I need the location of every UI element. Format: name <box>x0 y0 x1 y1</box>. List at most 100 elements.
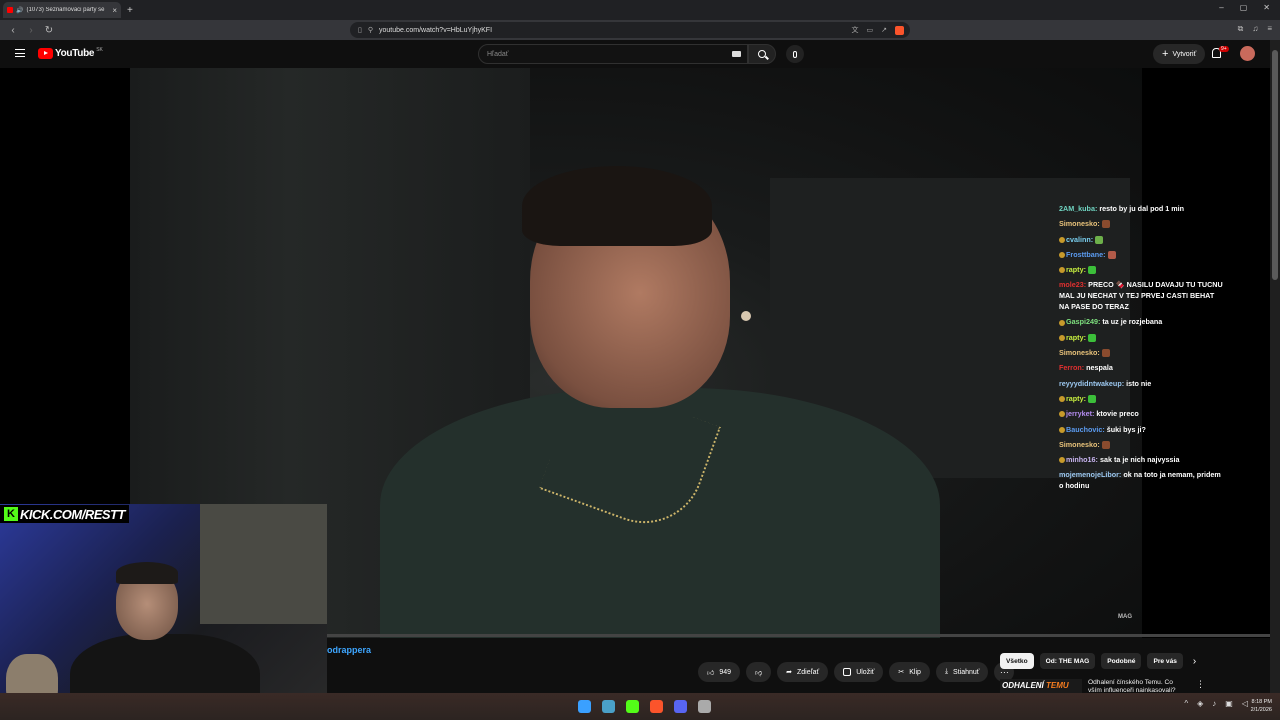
chat-username[interactable]: mole23: <box>1059 280 1086 289</box>
clip-button[interactable]: ✂ Klip <box>889 662 930 682</box>
forward-icon[interactable]: › <box>26 25 36 36</box>
chips-next-icon[interactable]: › <box>1193 656 1196 667</box>
extensions-icon[interactable]: ⧉ <box>1238 24 1244 34</box>
cast-icon[interactable]: ▭ <box>867 26 874 34</box>
chat-badge-icon <box>1059 426 1065 433</box>
tab-close-icon[interactable]: × <box>112 6 117 15</box>
chat-text: isto nie <box>1126 378 1152 388</box>
chat-text: ta uz je rozjebana <box>1102 317 1163 327</box>
share-page-icon[interactable]: ↗ <box>881 26 887 34</box>
chat-username[interactable]: Bauchovic: <box>1066 425 1105 434</box>
chat-emote-icon <box>1107 250 1116 259</box>
taskbar-app-icon[interactable] <box>650 700 663 713</box>
maximize-button[interactable]: ▢ <box>1240 3 1248 12</box>
chat-emote-icon <box>1087 395 1096 404</box>
plus-icon: + <box>1162 48 1169 60</box>
thumbnail-text-a: ODHALENÍ <box>1002 681 1044 690</box>
back-icon[interactable]: ‹ <box>8 25 18 36</box>
chip-from-channel[interactable]: Od: THE MAG <box>1039 653 1096 669</box>
search-input[interactable]: Hľadať <box>478 44 748 64</box>
chat-username[interactable]: Simonesko: <box>1059 440 1100 449</box>
tray-chevron-icon[interactable]: ^ <box>1184 699 1188 708</box>
new-tab-button[interactable]: + <box>127 5 133 16</box>
chat-username[interactable]: rapty: <box>1066 394 1086 403</box>
recommended-title[interactable]: Odhalení čínského Temu. Co vším influenc… <box>1088 679 1184 693</box>
notification-count-badge: 9+ <box>1219 46 1229 52</box>
chat-username[interactable]: cvalinn: <box>1066 235 1093 244</box>
chat-message: minho16: sak ta je nich najvyssia <box>1059 452 1224 467</box>
search-button[interactable] <box>748 44 776 64</box>
bookmark-save-icon <box>843 668 852 676</box>
chat-username[interactable]: jerryket: <box>1066 409 1094 418</box>
translate-icon[interactable]: 文 <box>852 25 859 35</box>
chat-emote-icon <box>1101 349 1110 358</box>
recommended-more-icon[interactable]: ⋮ <box>1196 679 1205 690</box>
reload-icon[interactable]: ↻ <box>44 25 54 36</box>
chat-username[interactable]: 2AM_kuba: <box>1059 204 1097 213</box>
chat-text: šuki bys ji? <box>1106 424 1146 434</box>
share-button[interactable]: ➦ Zdieľať <box>777 662 829 682</box>
keyboard-icon[interactable] <box>732 51 741 57</box>
chat-username[interactable]: mojemenojeLibor: <box>1059 470 1121 479</box>
create-label: Vytvoriť <box>1172 50 1197 58</box>
youtube-logo[interactable]: YouTube SK <box>38 47 103 59</box>
network-icon[interactable]: ▣ <box>1225 699 1233 708</box>
taskbar-app-icon[interactable] <box>626 700 639 713</box>
chat-message: rapty: <box>1059 391 1224 406</box>
taskbar-app-icon[interactable] <box>698 700 711 713</box>
close-window-button[interactable]: ✕ <box>1263 3 1270 12</box>
bookmark-icon[interactable]: ▯ <box>358 26 362 34</box>
dislike-button[interactable]: 👎︎ <box>746 662 772 682</box>
tray-app-icon[interactable]: ◈ <box>1197 699 1203 708</box>
chat-username[interactable]: reyyydidntwakeup: <box>1059 379 1124 388</box>
video-title-fragment[interactable]: odrappera <box>327 645 371 655</box>
chat-username[interactable]: Simonesko: <box>1059 348 1100 357</box>
hamburger-menu-icon[interactable] <box>15 49 25 57</box>
browser-tab[interactable]: 🔊 (1073) Seznamovaci party se × <box>3 2 121 18</box>
like-button[interactable]: 👍︎ 949 <box>698 662 741 682</box>
download-button[interactable]: ⤓ Stiahnuť <box>935 662 989 682</box>
address-bar[interactable]: ▯ ⚲ youtube.com/watch?v=HbLuYjhyKFI 文 ▭ … <box>350 22 910 38</box>
site-info-icon[interactable]: ⚲ <box>368 26 373 34</box>
chat-username[interactable]: rapty: <box>1066 265 1086 274</box>
chip-for-you[interactable]: Pre vás <box>1147 653 1183 669</box>
taskbar-app-icon[interactable] <box>674 700 687 713</box>
youtube-play-icon <box>38 48 53 59</box>
chat-badge-icon <box>1059 396 1065 403</box>
save-button[interactable]: Uložiť <box>834 662 884 682</box>
chat-username[interactable]: Ferron: <box>1059 363 1084 372</box>
minimize-button[interactable]: – <box>1219 3 1223 12</box>
chat-username[interactable]: rapty: <box>1066 333 1086 342</box>
chip-related[interactable]: Podobné <box>1101 653 1142 669</box>
recommended-video[interactable]: ODHALENÍ TEMU Odhalení čínského Temu. Co… <box>1000 679 1270 693</box>
microphone-tray-icon[interactable]: ♪ <box>1212 699 1216 708</box>
page-scrollbar[interactable] <box>1270 40 1280 693</box>
audio-playing-icon[interactable]: 🔊 <box>16 7 23 14</box>
youtube-wordmark: YouTube <box>55 48 95 59</box>
account-avatar[interactable] <box>1240 46 1255 61</box>
system-clock[interactable]: 8:18 PM 2/1/2026 <box>1251 698 1272 714</box>
voice-search-button[interactable] <box>786 45 804 63</box>
media-control-icon[interactable]: ♫ <box>1252 24 1258 34</box>
chat-username[interactable]: minho16: <box>1066 455 1098 464</box>
create-button[interactable]: + Vytvoriť <box>1153 44 1206 64</box>
kick-channel-url: KICK.COM/RESTT <box>20 506 125 522</box>
recommended-thumbnail[interactable]: ODHALENÍ TEMU <box>1000 679 1082 693</box>
clock-date: 2/1/2026 <box>1250 707 1272 713</box>
scrollbar-thumb[interactable] <box>1272 50 1278 280</box>
tab-title: (1073) Seznamovaci party se <box>26 7 105 13</box>
brave-shield-icon[interactable] <box>895 25 904 35</box>
volume-icon[interactable]: ◁ <box>1242 699 1248 708</box>
chat-username[interactable]: Frosttbane: <box>1066 250 1106 259</box>
taskbar-app-icon[interactable] <box>602 700 615 713</box>
video-progress-bar[interactable] <box>327 634 1270 637</box>
chat-message: Frosttbane: <box>1059 247 1224 262</box>
taskbar-app-icon[interactable] <box>578 700 591 713</box>
chat-text: nespala <box>1086 363 1113 373</box>
recommendation-filter-chips: Všetko Od: THE MAG Podobné Pre vás › <box>1000 653 1196 669</box>
chat-username[interactable]: Gaspi249: <box>1066 317 1100 326</box>
browser-menu-icon[interactable]: ≡ <box>1267 24 1272 34</box>
chip-all[interactable]: Všetko <box>1000 653 1034 669</box>
url-text[interactable]: youtube.com/watch?v=HbLuYjhyKFI <box>379 27 492 34</box>
chat-username[interactable]: Simonesko: <box>1059 219 1100 228</box>
